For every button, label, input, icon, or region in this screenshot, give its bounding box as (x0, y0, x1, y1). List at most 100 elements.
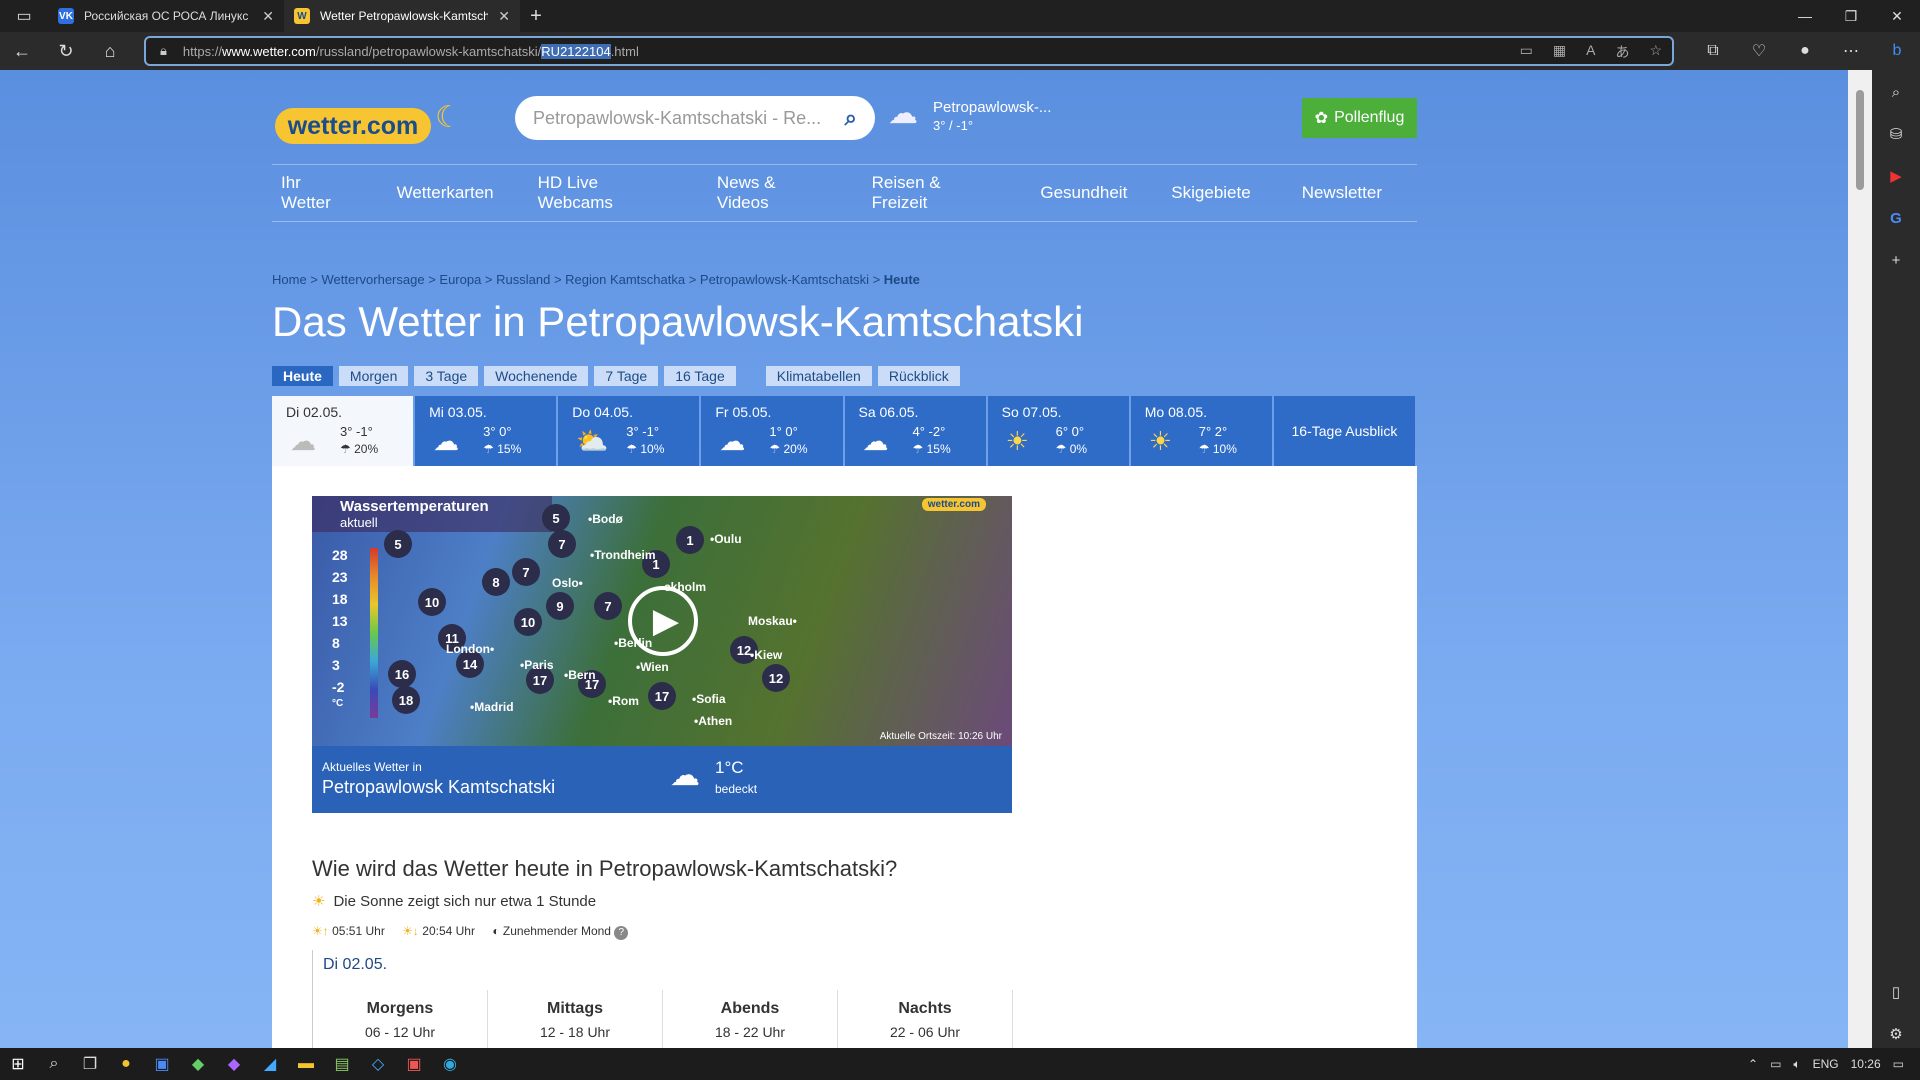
sunrise-icon: ☀↑ (312, 924, 329, 938)
chevron-up-icon[interactable]: ⌃ (1748, 1057, 1758, 1071)
scroll-thumb[interactable] (1856, 90, 1864, 190)
day-card[interactable]: Do 04.05. ⛅ 3° -1° ☂ 10% (558, 396, 700, 466)
home-icon[interactable]: ⌂ (88, 32, 132, 70)
map-city: •Oulu (710, 532, 742, 546)
day-card[interactable]: Fr 05.05. ☁ 1° 0° ☂ 20% (701, 396, 843, 466)
nav-webcams[interactable]: HD Live Webcams (538, 173, 673, 213)
app-icon[interactable]: ● (108, 1048, 144, 1080)
tab-rueckblick[interactable]: Rückblick (877, 366, 960, 386)
forecast-question: Wie wird das Wetter heute in Petropawlow… (312, 856, 898, 881)
app-available-icon[interactable]: ▭ (1520, 42, 1533, 62)
nav-ihr-wetter[interactable]: Ihr Wetter (281, 173, 353, 213)
refresh-icon[interactable]: ↻ (44, 32, 88, 70)
app-icon[interactable]: ◆ (180, 1048, 216, 1080)
extensions-icon[interactable]: ⧉ (1690, 42, 1736, 60)
tab-rosa[interactable]: VK Российская ОС РОСА Линукс | О ✕ (48, 0, 284, 32)
map-value: 16 (388, 660, 416, 688)
lock-icon[interactable]: 🔒︎ (160, 43, 167, 59)
nav-reisen[interactable]: Reisen & Freizeit (872, 173, 997, 213)
google-icon[interactable]: G (1884, 206, 1908, 230)
color-scale-bar (370, 548, 378, 718)
search-icon[interactable]: ⌕ (1884, 80, 1908, 104)
close-tab-icon[interactable]: ✕ (262, 8, 274, 25)
tab-klimatabellen[interactable]: Klimatabellen (765, 366, 872, 386)
close-tab-icon[interactable]: ✕ (498, 8, 510, 25)
restore-icon[interactable]: ❐ (1828, 0, 1874, 32)
more-menu-icon[interactable]: ⋯ (1828, 41, 1874, 61)
app-icon[interactable]: ▤ (324, 1048, 360, 1080)
search-icon[interactable]: ⌕ (36, 1048, 72, 1080)
outlook-button[interactable]: 16-Tage Ausblick (1273, 396, 1415, 466)
settings-icon[interactable]: ⚙ (1884, 1022, 1908, 1046)
day-temp: 4° -2° (912, 424, 946, 439)
tab-wetter[interactable]: W Wetter Petropawlowsk-Kamtscha ✕ (284, 0, 520, 32)
pollenflug-button[interactable]: ✿ Pollenflug (1302, 98, 1417, 138)
qr-icon[interactable]: ▦ (1553, 42, 1566, 62)
workspaces-icon[interactable]: ▭ (0, 0, 48, 32)
nav-newsletter[interactable]: Newsletter (1302, 183, 1382, 203)
moon-icon: ◐ (492, 924, 500, 938)
tab-16-tage[interactable]: 16 Tage (664, 366, 736, 386)
video-player[interactable]: Wassertemperaturen aktuell 28 23 18 13 8… (312, 496, 1012, 746)
app-icon[interactable]: ▣ (396, 1048, 432, 1080)
clock[interactable]: 10:26 (1851, 1057, 1881, 1071)
app-icon[interactable]: ▣ (144, 1048, 180, 1080)
tools-icon[interactable]: ⛁ (1884, 122, 1908, 146)
nav-skigebiete[interactable]: Skigebiete (1171, 183, 1250, 203)
profile-avatar-icon[interactable]: ● (1782, 42, 1828, 60)
period-name: Nachts (898, 1000, 952, 1017)
youtube-icon[interactable]: ▶ (1884, 164, 1908, 188)
task-view-icon[interactable]: ❐ (72, 1048, 108, 1080)
language[interactable]: ENG (1813, 1057, 1839, 1071)
day-card[interactable]: So 07.05. ☀ 6° 0° ☂ 0% (987, 396, 1129, 466)
add-icon[interactable]: + (1884, 248, 1908, 272)
minimize-icon[interactable]: — (1782, 0, 1828, 32)
back-icon[interactable]: ← (0, 32, 44, 70)
map-value: 7 (548, 530, 576, 558)
network-icon[interactable]: ▭ (1770, 1057, 1781, 1071)
translate-icon[interactable]: あ (1615, 42, 1629, 62)
tab-heute[interactable]: Heute (272, 366, 333, 386)
folder-icon[interactable]: ▬ (288, 1048, 324, 1080)
nav-news-videos[interactable]: News & Videos (717, 173, 828, 213)
close-window-icon[interactable]: ✕ (1874, 0, 1920, 32)
search-icon[interactable]: ⌕ (845, 105, 857, 131)
browser-essentials-icon[interactable]: ♡ (1736, 41, 1782, 61)
tab-wochenende[interactable]: Wochenende (484, 366, 589, 386)
sidebar-toggle-icon[interactable]: ▯ (1884, 980, 1908, 1004)
bing-copilot-icon[interactable]: b (1874, 42, 1920, 60)
address-bar[interactable]: 🔒︎ https://www.wetter.com/russland/petro… (144, 36, 1674, 66)
help-icon[interactable]: ? (614, 926, 629, 940)
app-icon[interactable]: ◆ (216, 1048, 252, 1080)
period-name: Mittags (547, 1000, 603, 1017)
app-icon[interactable]: ◢ (252, 1048, 288, 1080)
period-range: 12 - 18 Uhr (539, 1024, 611, 1040)
start-icon[interactable]: ⊞ (0, 1048, 36, 1080)
nav-gesundheit[interactable]: Gesundheit (1040, 183, 1127, 203)
edge-icon[interactable]: ◉ (432, 1048, 468, 1080)
tab-morgen[interactable]: Morgen (338, 366, 409, 386)
new-tab-button[interactable]: + (520, 0, 552, 32)
map-value: 9 (546, 592, 574, 620)
tab-3-tage[interactable]: 3 Tage (414, 366, 479, 386)
current-weather-widget[interactable]: ☁ Petropawlowsk-... 3° / -1° (888, 96, 1051, 133)
location-search-input[interactable]: Petropawlowsk-Kamtschatski - Re... ⌕ (515, 96, 875, 140)
notification-icon[interactable]: ▭ (1893, 1057, 1904, 1071)
nav-wetterkarten[interactable]: Wetterkarten (397, 183, 494, 203)
day-card[interactable]: Sa 06.05. ☁ 4° -2° ☂ 15% (844, 396, 986, 466)
day-card[interactable]: Mo 08.05. ☀ 7° 2° ☂ 10% (1130, 396, 1272, 466)
favorite-star-icon[interactable]: ☆ (1649, 42, 1662, 62)
vscode-icon[interactable]: ◇ (360, 1048, 396, 1080)
scale-label: 13 (332, 613, 348, 629)
video-caption-bar[interactable]: Aktuelles Wetter in Petropawlowsk Kamtsc… (312, 746, 1012, 813)
read-aloud-icon[interactable]: A (1586, 42, 1595, 62)
volume-icon[interactable]: 🔈︎ (1793, 1057, 1800, 1072)
day-card[interactable]: Mi 03.05. ☁ 3° 0° ☂ 15% (415, 396, 557, 466)
breadcrumb-path[interactable]: Home > Wettervorhersage > Europa > Russl… (272, 272, 884, 287)
page-scrollbar[interactable] (1848, 70, 1872, 1048)
day-card[interactable]: Di 02.05. ☁ 3° -1° ☂ 20% (272, 396, 414, 466)
wetter-logo[interactable]: wetter.com ☾ (275, 100, 475, 150)
play-icon[interactable]: ▶ (628, 586, 698, 656)
tab-7-tage[interactable]: 7 Tage (594, 366, 659, 386)
map-value: 18 (392, 686, 420, 714)
